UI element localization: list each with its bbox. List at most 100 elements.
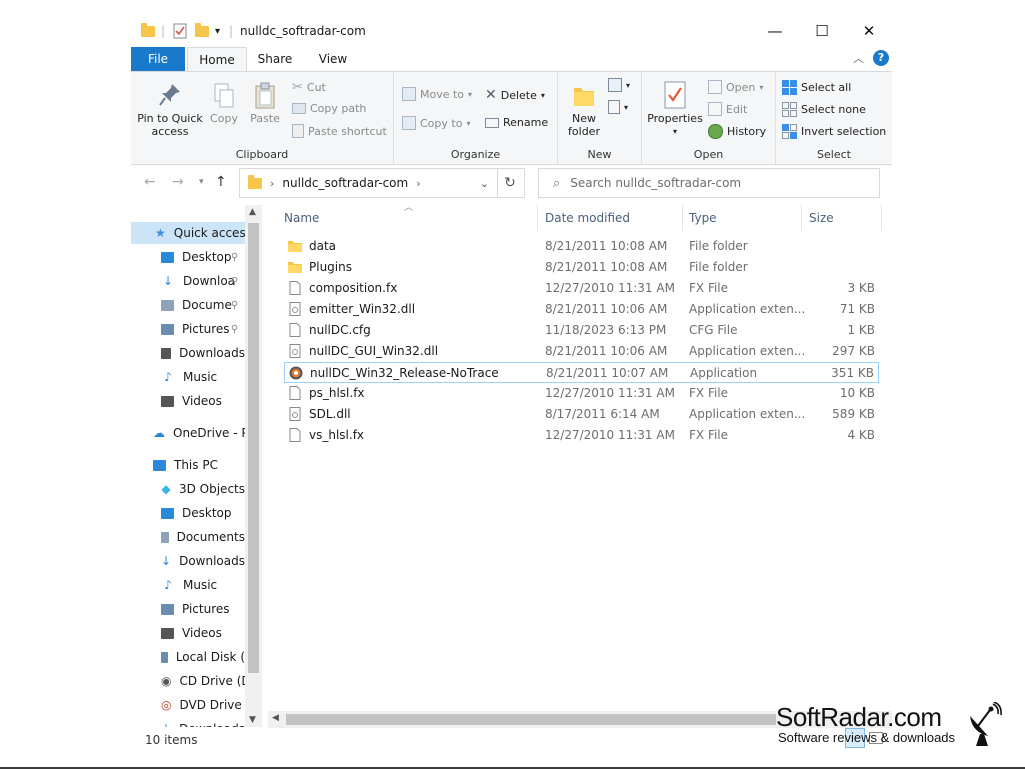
nav-item[interactable]: ↓ Downloads [131,718,245,727]
column-date-modified[interactable]: Date modified [545,205,630,231]
nav-item[interactable]: Docume ⚲ [131,294,245,316]
search-input[interactable]: Search nulldc_softradar-com [570,176,741,190]
nav-item[interactable]: Desktop [131,502,245,524]
new-folder-button[interactable]: New folder [564,82,604,138]
column-divider[interactable] [801,205,802,231]
delete-button[interactable]: ✕ Delete ▾ [485,87,545,103]
copy-path-button[interactable]: Copy path [292,102,366,115]
file-row[interactable]: SDL.dll 8/17/2011 6:14 AM Application exte… [284,404,879,425]
back-arrow-icon[interactable]: ← [144,174,156,190]
properties-quick-icon[interactable] [173,22,187,40]
tab-file[interactable]: File [131,47,185,71]
nav-item[interactable]: ◎ DVD Drive ( [131,694,245,716]
nav-item[interactable]: ♪ Music [131,574,245,596]
breadcrumb-chevron-icon[interactable]: › [416,177,420,190]
minimize-button[interactable]: — [755,18,795,44]
scrollbar-thumb[interactable] [248,223,259,673]
file-row[interactable]: Plugins 8/21/2011 10:08 AM File folder [284,257,879,278]
easy-access-button[interactable]: ▾ [608,100,628,114]
file-row[interactable]: vs_hlsl.fx 12/27/2010 11:31 AM FX File 4 KB [284,425,879,446]
column-divider[interactable] [537,205,538,231]
nav-item[interactable]: ↓ Downloads [131,550,245,572]
pictures-icon [161,603,174,615]
nav-item[interactable]: Pictures [131,598,245,620]
nav-item[interactable]: ☁ OneDrive - Pe [131,422,245,444]
file-date-modified: 8/21/2011 10:08 AM [545,239,668,253]
move-to-button[interactable]: Move to ▾ [402,87,472,101]
nav-item[interactable]: Desktop ⚲ [131,246,245,268]
address-bar[interactable]: › nulldc_softradar-com › ⌄ [239,168,498,198]
scroll-up-icon[interactable]: ▲ [249,207,256,217]
new-folder-quick-icon[interactable] [195,22,209,40]
file-row[interactable]: ps_hlsl.fx 12/27/2010 11:31 AM FX File 10 K… [284,383,879,404]
file-row[interactable]: emitter_Win32.dll 8/21/2011 10:06 AM Appli… [284,299,879,320]
up-arrow-icon[interactable]: ↑ [215,174,227,190]
history-label: History [727,125,767,138]
tab-share[interactable]: Share [255,47,295,71]
copy-to-button[interactable]: Copy to ▾ [402,116,470,130]
file-row[interactable]: composition.fx 12/27/2010 11:31 AM FX File… [284,278,879,299]
properties-dropdown-icon[interactable]: ▾ [646,125,704,138]
collapse-ribbon-icon[interactable]: ︿ [853,50,864,66]
file-name: nullDC_Win32_Release-NoTrace [310,366,499,380]
recent-locations-chevron-icon[interactable]: ▾ [199,177,204,187]
address-history-chevron-icon[interactable]: ⌄ [480,177,489,190]
file-type: Application [690,366,758,380]
open-button[interactable]: Open ▾ [708,80,763,94]
close-button[interactable]: ✕ [849,18,889,44]
rename-button[interactable]: Rename [485,116,548,129]
navigation-pane-scrollbar[interactable]: ▲ ▼ [245,205,262,727]
column-divider[interactable] [682,205,683,231]
new-item-button[interactable]: ▾ [608,78,630,92]
horizontal-scrollbar-thumb[interactable] [286,714,776,725]
properties-button[interactable]: Properties ▾ [646,80,704,138]
select-none-button[interactable]: Select none [782,102,866,117]
column-name[interactable]: Name [284,205,319,231]
nav-item[interactable]: Local Disk ( [131,646,245,668]
pin-quick-access-button[interactable]: Pin to Quick access [137,82,203,138]
column-size[interactable]: Size [809,205,834,231]
edit-button[interactable]: Edit [708,102,747,116]
breadcrumb-current[interactable]: nulldc_softradar-com [282,176,408,190]
tab-view[interactable]: View [313,47,353,71]
file-row[interactable]: data 8/21/2011 10:08 AM File folder [284,236,879,257]
file-row[interactable]: nullDC_Win32_Release-NoTrace 8/21/2011 10… [284,362,879,383]
refresh-button[interactable]: ↻ [496,168,525,198]
customize-quick-access-icon[interactable]: ▾ [215,22,220,40]
nav-item[interactable]: Pictures ⚲ [131,318,245,340]
column-divider[interactable] [881,205,882,231]
nav-item[interactable]: Downloads [131,342,245,364]
column-type[interactable]: Type [689,205,717,231]
file-row[interactable]: nullDC_GUI_Win32.dll 8/21/2011 10:06 AM Ap… [284,341,879,362]
nav-item-label: Music [183,370,218,384]
disk-icon [161,651,168,663]
invert-selection-button[interactable]: Invert selection [782,124,886,139]
breadcrumb-chevron-icon[interactable]: › [270,177,274,190]
nav-item[interactable]: ◉ CD Drive (D [131,670,245,692]
nav-item[interactable]: ♪ Music [131,366,245,388]
nav-item[interactable]: Documents [131,526,245,548]
help-icon[interactable]: ? [873,50,889,66]
nav-item[interactable]: ◆ 3D Objects [131,478,245,500]
tab-home[interactable]: Home [187,47,247,72]
forward-arrow-icon[interactable]: → [172,174,184,190]
copy-button[interactable]: Copy [205,82,243,125]
maximize-button[interactable]: ☐ [802,18,842,44]
file-row[interactable]: nullDC.cfg 11/18/2023 6:13 PM CFG File 1 KB [284,320,879,341]
cut-button[interactable]: ✂ Cut [292,80,326,95]
select-all-button[interactable]: Select all [782,80,851,95]
history-button[interactable]: History [708,124,766,139]
nav-item[interactable]: Videos [131,622,245,644]
paste-shortcut-icon [292,124,304,138]
nav-item[interactable]: ↓ Downloa ⚲ [131,270,245,292]
scroll-left-icon[interactable]: ◀ [272,713,279,723]
delete-label: Delete [500,88,537,102]
nav-item[interactable]: Videos [131,390,245,412]
scroll-down-icon[interactable]: ▼ [249,715,256,725]
paste-button[interactable]: Paste [245,82,285,125]
nav-item[interactable]: ★ Quick access [131,222,245,244]
paste-shortcut-button[interactable]: Paste shortcut [292,124,387,138]
open-label: Open [726,80,756,94]
search-box[interactable]: ⌕ Search nulldc_softradar-com [538,168,880,198]
nav-item[interactable]: This PC [131,454,245,476]
